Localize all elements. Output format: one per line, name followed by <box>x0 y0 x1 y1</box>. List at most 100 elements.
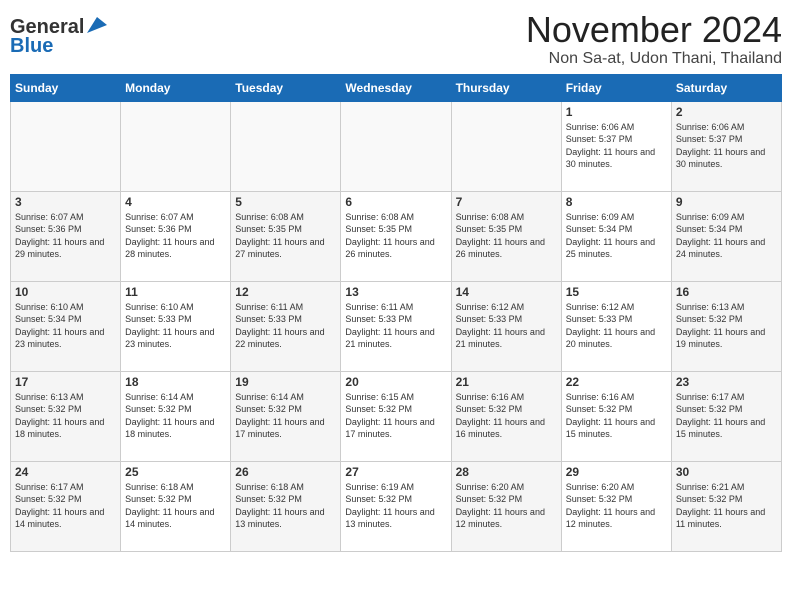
calendar-cell: 26 Sunrise: 6:18 AM Sunset: 5:32 PM Dayli… <box>231 461 341 551</box>
day-number: 15 <box>566 285 667 299</box>
calendar-cell: 29Sunrise: 6:20 AM Sunset: 5:32 PM Dayli… <box>561 461 671 551</box>
calendar-cell: 23 Sunrise: 6:17 AM Sunset: 5:32 PM Dayli… <box>671 371 781 461</box>
day-info: Sunrise: 6:20 AM Sunset: 5:32 PM Dayligh… <box>566 482 655 530</box>
title-section: November 2024 Non Sa-at, Udon Thani, Tha… <box>526 10 782 68</box>
day-info: Sunrise: 6:14 AM Sunset: 5:32 PM Dayligh… <box>235 392 324 440</box>
day-number: 10 <box>15 285 116 299</box>
calendar-cell: 8 Sunrise: 6:09 AM Sunset: 5:34 PM Daylig… <box>561 191 671 281</box>
logo: General Blue <box>10 16 107 58</box>
calendar-cell: 7 Sunrise: 6:08 AM Sunset: 5:35 PM Daylig… <box>451 191 561 281</box>
calendar-cell: 30Sunrise: 6:21 AM Sunset: 5:32 PM Dayli… <box>671 461 781 551</box>
day-number: 2 <box>676 105 777 119</box>
day-info: Sunrise: 6:18 AM Sunset: 5:32 PM Dayligh… <box>235 482 324 530</box>
day-info: Sunrise: 6:12 AM Sunset: 5:33 PM Dayligh… <box>566 302 655 350</box>
column-header-thursday: Thursday <box>451 74 561 101</box>
column-header-tuesday: Tuesday <box>231 74 341 101</box>
calendar-week-row: 1Sunrise: 6:06 AM Sunset: 5:37 PM Daylig… <box>11 101 782 191</box>
day-number: 16 <box>676 285 777 299</box>
column-header-sunday: Sunday <box>11 74 121 101</box>
day-info: Sunrise: 6:07 AM Sunset: 5:36 PM Dayligh… <box>15 212 104 260</box>
calendar-cell: 16 Sunrise: 6:13 AM Sunset: 5:32 PM Dayli… <box>671 281 781 371</box>
day-info: Sunrise: 6:13 AM Sunset: 5:32 PM Dayligh… <box>676 302 765 350</box>
day-info: Sunrise: 6:12 AM Sunset: 5:33 PM Dayligh… <box>456 302 545 350</box>
day-number: 24 <box>15 465 116 479</box>
calendar-cell: 4 Sunrise: 6:07 AM Sunset: 5:36 PM Daylig… <box>121 191 231 281</box>
day-number: 12 <box>235 285 336 299</box>
column-header-saturday: Saturday <box>671 74 781 101</box>
calendar-cell: 25 Sunrise: 6:18 AM Sunset: 5:32 PM Dayli… <box>121 461 231 551</box>
day-info: Sunrise: 6:09 AM Sunset: 5:34 PM Dayligh… <box>676 212 765 260</box>
column-header-wednesday: Wednesday <box>341 74 451 101</box>
day-info: Sunrise: 6:06 AM Sunset: 5:37 PM Dayligh… <box>566 122 655 170</box>
day-info: Sunrise: 6:16 AM Sunset: 5:32 PM Dayligh… <box>456 392 545 440</box>
day-info: Sunrise: 6:07 AM Sunset: 5:36 PM Dayligh… <box>125 212 214 260</box>
calendar-cell: 21Sunrise: 6:16 AM Sunset: 5:32 PM Dayli… <box>451 371 561 461</box>
day-info: Sunrise: 6:10 AM Sunset: 5:34 PM Dayligh… <box>15 302 104 350</box>
calendar-cell <box>121 101 231 191</box>
calendar-cell: 18 Sunrise: 6:14 AM Sunset: 5:32 PM Dayli… <box>121 371 231 461</box>
day-info: Sunrise: 6:11 AM Sunset: 5:33 PM Dayligh… <box>235 302 324 350</box>
calendar-cell <box>451 101 561 191</box>
calendar-week-row: 17 Sunrise: 6:13 AM Sunset: 5:32 PM Dayli… <box>11 371 782 461</box>
calendar-cell <box>11 101 121 191</box>
calendar-cell: 5 Sunrise: 6:08 AM Sunset: 5:35 PM Daylig… <box>231 191 341 281</box>
calendar-cell: 9 Sunrise: 6:09 AM Sunset: 5:34 PM Daylig… <box>671 191 781 281</box>
calendar-week-row: 24 Sunrise: 6:17 AM Sunset: 5:32 PM Dayli… <box>11 461 782 551</box>
day-number: 9 <box>676 195 777 209</box>
day-number: 11 <box>125 285 226 299</box>
day-info: Sunrise: 6:08 AM Sunset: 5:35 PM Dayligh… <box>456 212 545 260</box>
day-info: Sunrise: 6:20 AM Sunset: 5:32 PM Dayligh… <box>456 482 545 530</box>
logo-blue: Blue <box>10 35 53 58</box>
day-info: Sunrise: 6:08 AM Sunset: 5:35 PM Dayligh… <box>235 212 324 260</box>
calendar-cell <box>341 101 451 191</box>
day-number: 30 <box>676 465 777 479</box>
calendar-cell: 22 Sunrise: 6:16 AM Sunset: 5:32 PM Dayli… <box>561 371 671 461</box>
day-info: Sunrise: 6:10 AM Sunset: 5:33 PM Dayligh… <box>125 302 214 350</box>
day-number: 28 <box>456 465 557 479</box>
day-number: 4 <box>125 195 226 209</box>
logo-icon <box>85 17 107 35</box>
calendar-cell: 20Sunrise: 6:15 AM Sunset: 5:32 PM Dayli… <box>341 371 451 461</box>
calendar-cell: 12 Sunrise: 6:11 AM Sunset: 5:33 PM Dayli… <box>231 281 341 371</box>
location-title: Non Sa-at, Udon Thani, Thailand <box>526 50 782 68</box>
day-info: Sunrise: 6:09 AM Sunset: 5:34 PM Dayligh… <box>566 212 655 260</box>
calendar-table: SundayMondayTuesdayWednesdayThursdayFrid… <box>10 74 782 552</box>
day-number: 5 <box>235 195 336 209</box>
column-header-monday: Monday <box>121 74 231 101</box>
day-info: Sunrise: 6:13 AM Sunset: 5:32 PM Dayligh… <box>15 392 104 440</box>
calendar-cell: 28 Sunrise: 6:20 AM Sunset: 5:32 PM Dayli… <box>451 461 561 551</box>
day-number: 7 <box>456 195 557 209</box>
calendar-week-row: 3 Sunrise: 6:07 AM Sunset: 5:36 PM Daylig… <box>11 191 782 281</box>
calendar-cell: 11 Sunrise: 6:10 AM Sunset: 5:33 PM Dayli… <box>121 281 231 371</box>
day-info: Sunrise: 6:16 AM Sunset: 5:32 PM Dayligh… <box>566 392 655 440</box>
calendar-cell: 1Sunrise: 6:06 AM Sunset: 5:37 PM Daylig… <box>561 101 671 191</box>
calendar-cell: 10 Sunrise: 6:10 AM Sunset: 5:34 PM Dayli… <box>11 281 121 371</box>
day-number: 23 <box>676 375 777 389</box>
day-number: 18 <box>125 375 226 389</box>
calendar-cell: 15 Sunrise: 6:12 AM Sunset: 5:33 PM Dayli… <box>561 281 671 371</box>
day-number: 22 <box>566 375 667 389</box>
page-header: General Blue November 2024 Non Sa-at, Ud… <box>10 10 782 68</box>
day-number: 3 <box>15 195 116 209</box>
day-number: 6 <box>345 195 446 209</box>
calendar-cell: 13Sunrise: 6:11 AM Sunset: 5:33 PM Dayli… <box>341 281 451 371</box>
day-info: Sunrise: 6:17 AM Sunset: 5:32 PM Dayligh… <box>15 482 104 530</box>
day-number: 17 <box>15 375 116 389</box>
day-number: 26 <box>235 465 336 479</box>
day-number: 19 <box>235 375 336 389</box>
day-info: Sunrise: 6:17 AM Sunset: 5:32 PM Dayligh… <box>676 392 765 440</box>
day-info: Sunrise: 6:18 AM Sunset: 5:32 PM Dayligh… <box>125 482 214 530</box>
day-info: Sunrise: 6:14 AM Sunset: 5:32 PM Dayligh… <box>125 392 214 440</box>
calendar-cell: 6 Sunrise: 6:08 AM Sunset: 5:35 PM Daylig… <box>341 191 451 281</box>
calendar-cell: 2Sunrise: 6:06 AM Sunset: 5:37 PM Daylig… <box>671 101 781 191</box>
day-number: 25 <box>125 465 226 479</box>
calendar-week-row: 10 Sunrise: 6:10 AM Sunset: 5:34 PM Dayli… <box>11 281 782 371</box>
calendar-cell: 27Sunrise: 6:19 AM Sunset: 5:32 PM Dayli… <box>341 461 451 551</box>
day-number: 8 <box>566 195 667 209</box>
calendar-cell <box>231 101 341 191</box>
month-title: November 2024 <box>526 10 782 50</box>
calendar-cell: 17 Sunrise: 6:13 AM Sunset: 5:32 PM Dayli… <box>11 371 121 461</box>
day-info: Sunrise: 6:08 AM Sunset: 5:35 PM Dayligh… <box>345 212 434 260</box>
day-info: Sunrise: 6:15 AM Sunset: 5:32 PM Dayligh… <box>345 392 434 440</box>
day-info: Sunrise: 6:11 AM Sunset: 5:33 PM Dayligh… <box>345 302 434 350</box>
